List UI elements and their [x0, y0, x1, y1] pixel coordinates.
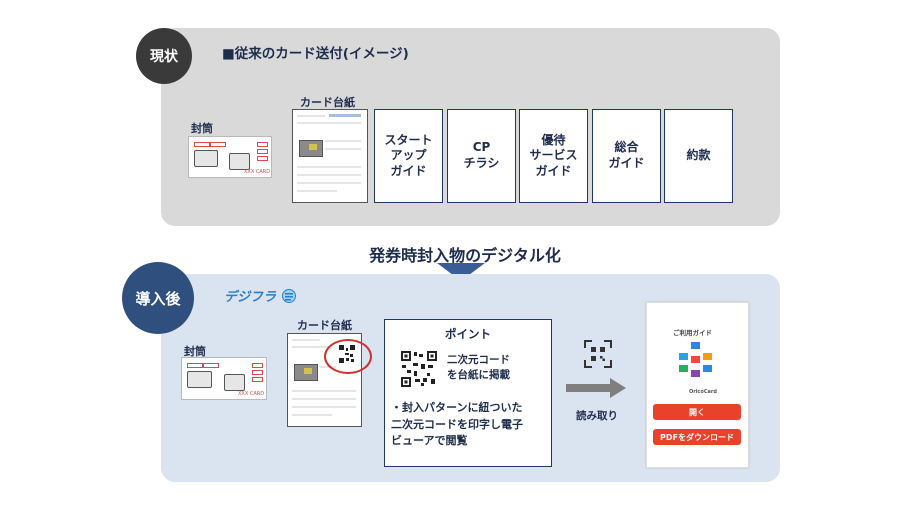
qr-highlight-circle: [324, 339, 372, 374]
document-box-5: 約款: [664, 109, 733, 203]
arrow-right-icon: [566, 378, 626, 402]
point-body: ・封入パターンに紐ついた 二次元コードを印字し電子 ビューアで閲覧: [391, 400, 523, 450]
document-box-1-line-3: ガイド: [390, 163, 427, 178]
scan-label: 読み取り: [576, 410, 618, 422]
current-envelope-label: 封筒: [191, 122, 213, 135]
document-box-4-line-1: 総合: [614, 140, 639, 155]
point-body-line-1: ・封入パターンに紐ついた: [391, 401, 523, 414]
current-badge: 現状: [136, 28, 192, 84]
document-box-1-line-2: アップ: [390, 148, 427, 163]
point-box: ポイント 二次元コード を台紙に掲載 ・封入パターンに紐ついた 二次元コードを印…: [384, 319, 552, 467]
after-badge: 導入後: [122, 262, 194, 334]
point-qr-line-2: を台紙に掲載: [447, 369, 510, 382]
document-box-1: スタート アップ ガイド: [374, 109, 443, 203]
logo-mark-icon: [281, 289, 296, 303]
point-body-line-2: 二次元コードを印字し電子: [391, 417, 523, 431]
document-box-1-line-1: スタート: [384, 132, 433, 147]
qr-scan-icon: [584, 340, 612, 372]
point-body-line-3: ビューアで閲覧: [391, 434, 468, 447]
document-box-2-line-1: CP: [472, 140, 491, 155]
viewer-title: ご利用ガイド: [673, 329, 712, 337]
logo-text: デジフラ: [224, 290, 277, 305]
document-box-4-line-2: ガイド: [608, 156, 645, 170]
document-box-3-line-3: ガイド: [535, 163, 572, 178]
document-box-2: CP チラシ: [447, 109, 516, 203]
current-mount-label: カード台紙: [300, 96, 355, 109]
point-qr-text: 二次元コード を台紙に掲載: [447, 353, 510, 383]
current-title: ■従来のカード送付(イメージ): [222, 46, 409, 62]
document-box-4: 総合 ガイド: [592, 109, 661, 203]
document-box-3-line-2: サービス: [529, 148, 578, 163]
point-heading: ポイント: [445, 327, 491, 341]
pdf-download-button[interactable]: PDFをダウンロード: [653, 429, 741, 445]
after-envelope: XXX CARD: [181, 357, 267, 400]
current-envelope: XXX CARD: [188, 136, 272, 178]
open-button[interactable]: 開く: [653, 404, 741, 420]
document-box-3: 優待 サービス ガイド: [519, 109, 588, 203]
point-qr-code-icon: [401, 351, 437, 391]
current-card-mount: [292, 109, 368, 203]
guide-grid-icon: [677, 341, 717, 385]
point-qr-line-1: 二次元コード: [447, 354, 510, 366]
after-envelope-card-text: XXX CARD: [238, 391, 265, 397]
viewer-screen: ご利用ガイド OricoCard 開く PDFをダウンロード: [646, 302, 749, 468]
document-box-5-line-1: 約款: [686, 148, 711, 163]
document-box-3-line-1: 優待: [541, 132, 566, 147]
current-envelope-card-text: XXX CARD: [244, 169, 271, 175]
digifura-logo: デジフラ: [224, 286, 297, 305]
document-box-2-line-2: チラシ: [463, 156, 500, 170]
after-mount-label: カード台紙: [297, 319, 352, 332]
viewer-brand: OricoCard: [689, 389, 717, 395]
